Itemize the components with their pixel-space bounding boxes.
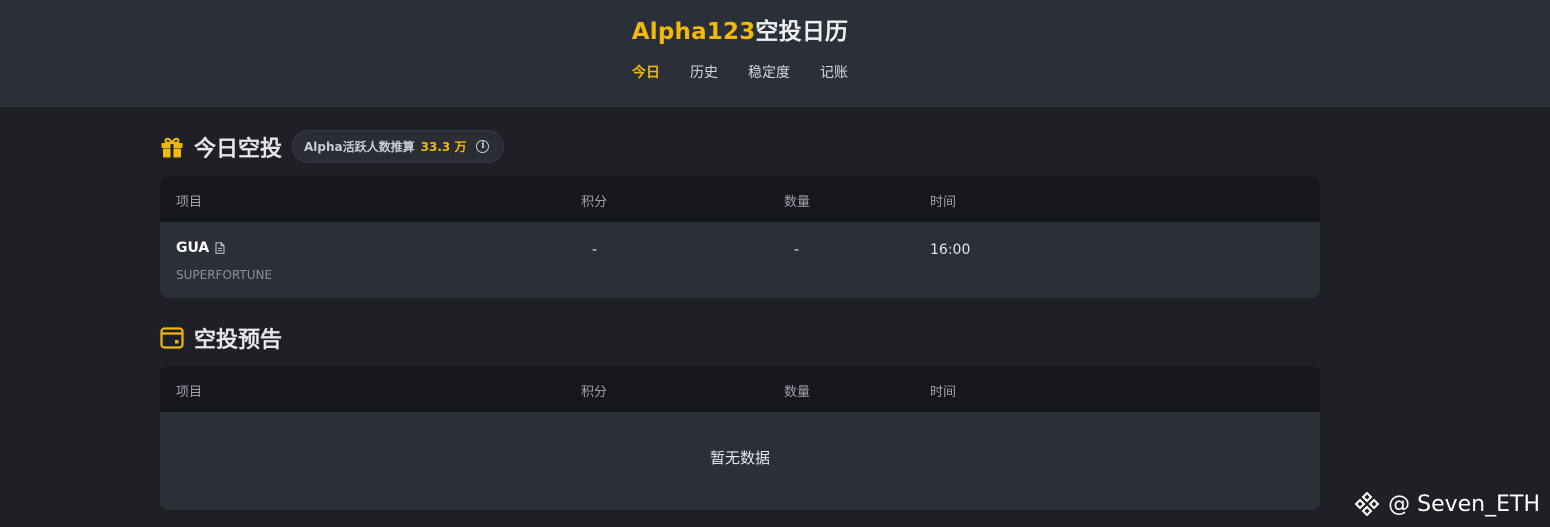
upcoming-airdrop-table: 项目 积分 数量 时间 暂无数据 [160,366,1320,510]
main-nav: 今日 历史 稳定度 记账 [0,62,1480,82]
table-header: 项目 积分 数量 时间 [160,176,1320,222]
gift-icon [161,137,183,157]
site-title-rest: 空投日历 [755,19,849,45]
col-header-project: 项目 [176,385,203,400]
today-section-header: 今日空投 Alpha活跃人数推算 33.3 万 i [160,130,505,163]
token-symbol: GUA [176,240,210,256]
active-users-badge: Alpha活跃人数推算 33.3 万 i [292,130,505,163]
binance-square-icon [1354,491,1380,517]
active-users-label: Alpha活跃人数推算 [304,140,415,154]
active-users-value: 33.3 万 [420,140,467,154]
upcoming-section-header: 空投预告 [160,322,282,354]
col-header-points: 积分 [581,195,608,210]
today-section-title: 今日空投 [194,136,283,162]
site-title: Alpha123空投日历 [0,12,1480,46]
table-row[interactable]: GUA SUPERFORTUNE - - 16:00 [160,222,1320,298]
nav-history[interactable]: 历史 [690,62,718,82]
info-icon[interactable]: i [476,140,490,153]
site-title-accent: Alpha123 [631,19,756,45]
today-airdrop-table: 项目 积分 数量 时间 GUA SUPERFORTUNE - - 16:00 [160,176,1320,298]
col-header-time: 时间 [930,385,957,400]
nav-today[interactable]: 今日 [632,62,660,82]
upcoming-section-title: 空投预告 [194,328,283,353]
nav-stability[interactable]: 稳定度 [748,62,790,82]
col-header-time: 时间 [930,195,957,210]
watermark-text: @ Seven_ETH [1388,491,1540,517]
nav-ledger[interactable]: 记账 [820,62,848,82]
document-icon[interactable] [215,242,225,254]
col-header-points: 积分 [581,385,608,400]
quantity-cell: - [794,242,800,258]
calendar-icon [160,327,184,349]
token-cell: GUA [176,240,225,256]
col-header-quantity: 数量 [784,385,811,400]
time-cell: 16:00 [930,242,971,258]
col-header-project: 项目 [176,195,203,210]
watermark: @ Seven_ETH [1354,491,1540,517]
table-header: 项目 积分 数量 时间 [160,366,1320,412]
app-header: Alpha123空投日历 今日 历史 稳定度 记账 [0,0,1550,107]
points-cell: - [592,242,598,258]
col-header-quantity: 数量 [784,195,811,210]
empty-state: 暂无数据 [160,412,1320,510]
project-name: SUPERFORTUNE [176,268,273,282]
empty-state-text: 暂无数据 [709,449,770,467]
